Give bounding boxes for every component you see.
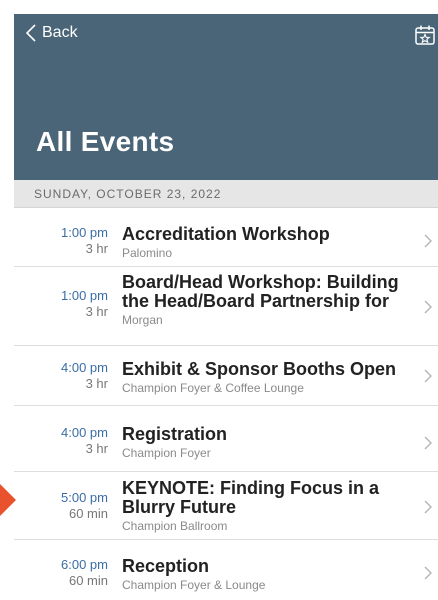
event-row[interactable]: 5:00 pm 60 min KEYNOTE: Finding Focus in… [14, 472, 438, 540]
event-time: 6:00 pm 60 min [14, 557, 108, 589]
event-time: 4:00 pm 3 hr [14, 360, 108, 392]
date-section-header: SUNDAY, OCTOBER 23, 2022 [14, 180, 438, 208]
event-start-time: 4:00 pm [61, 425, 108, 440]
event-time: 5:00 pm 60 min [14, 490, 108, 522]
chevron-right-icon [424, 300, 432, 314]
event-row[interactable]: 6:00 pm 60 min Reception Champion Foyer … [14, 540, 438, 600]
event-start-time: 5:00 pm [61, 490, 108, 505]
chevron-right-icon [424, 500, 432, 514]
event-info: Registration Champion Foyer [122, 425, 410, 461]
event-location: Morgan [122, 313, 163, 327]
event-title: Accreditation Workshop [122, 224, 330, 244]
event-info: Board/Head Workshop: Building the Head/B… [122, 273, 410, 328]
event-info: Exhibit & Sponsor Booths Open Champion F… [122, 360, 410, 396]
event-title: Exhibit & Sponsor Booths Open [122, 359, 396, 379]
chevron-right-icon [424, 369, 432, 383]
header-bar: Back All Events [14, 14, 438, 180]
chevron-right-icon [424, 436, 432, 450]
event-time: 4:00 pm 3 hr [14, 425, 108, 457]
event-list: 1:00 pm 3 hr Accreditation Workshop Palo… [14, 208, 438, 600]
event-duration: 3 hr [85, 376, 108, 391]
event-start-time: 1:00 pm [61, 225, 108, 240]
event-time: 1:00 pm 3 hr [14, 225, 108, 257]
back-button[interactable]: Back [26, 24, 78, 42]
event-duration: 3 hr [85, 304, 108, 319]
event-duration: 3 hr [85, 241, 108, 256]
event-row[interactable]: 4:00 pm 3 hr Registration Champion Foyer [14, 406, 438, 472]
event-start-time: 4:00 pm [61, 360, 108, 375]
event-title: Reception [122, 556, 210, 576]
event-time: 1:00 pm 3 hr [14, 288, 108, 320]
event-row[interactable]: 1:00 pm 3 hr Accreditation Workshop Palo… [14, 208, 438, 267]
chevron-left-icon [26, 24, 36, 42]
event-info: KEYNOTE: Finding Focus in a Blurry Futur… [122, 479, 410, 534]
event-location: Champion Ballroom [122, 519, 228, 533]
event-start-time: 6:00 pm [61, 557, 108, 572]
event-title: Registration [122, 424, 228, 444]
event-location: Champion Foyer & Coffee Lounge [122, 381, 304, 395]
event-row[interactable]: 1:00 pm 3 hr Board/Head Workshop: Buildi… [14, 267, 438, 346]
chevron-right-icon [424, 234, 432, 248]
page-title: All Events [36, 126, 175, 157]
event-info: Reception Champion Foyer & Lounge [122, 557, 410, 593]
event-start-time: 1:00 pm [61, 288, 108, 303]
back-label: Back [42, 24, 78, 41]
event-row[interactable]: 4:00 pm 3 hr Exhibit & Sponsor Booths Op… [14, 346, 438, 406]
chevron-right-icon [424, 566, 432, 580]
event-location: Champion Foyer [122, 446, 211, 460]
event-duration: 3 hr [85, 441, 108, 456]
selection-marker-arrow [0, 484, 16, 516]
event-info: Accreditation Workshop Palomino [122, 225, 410, 261]
event-duration: 60 min [68, 573, 108, 588]
event-title: Board/Head Workshop: Building the Head/B… [122, 272, 399, 311]
event-duration: 60 min [68, 506, 108, 521]
event-location: Palomino [122, 246, 173, 260]
event-location: Champion Foyer & Lounge [122, 578, 266, 592]
calendar-star-icon[interactable] [414, 24, 436, 46]
event-title: KEYNOTE: Finding Focus in a Blurry Futur… [122, 478, 380, 517]
